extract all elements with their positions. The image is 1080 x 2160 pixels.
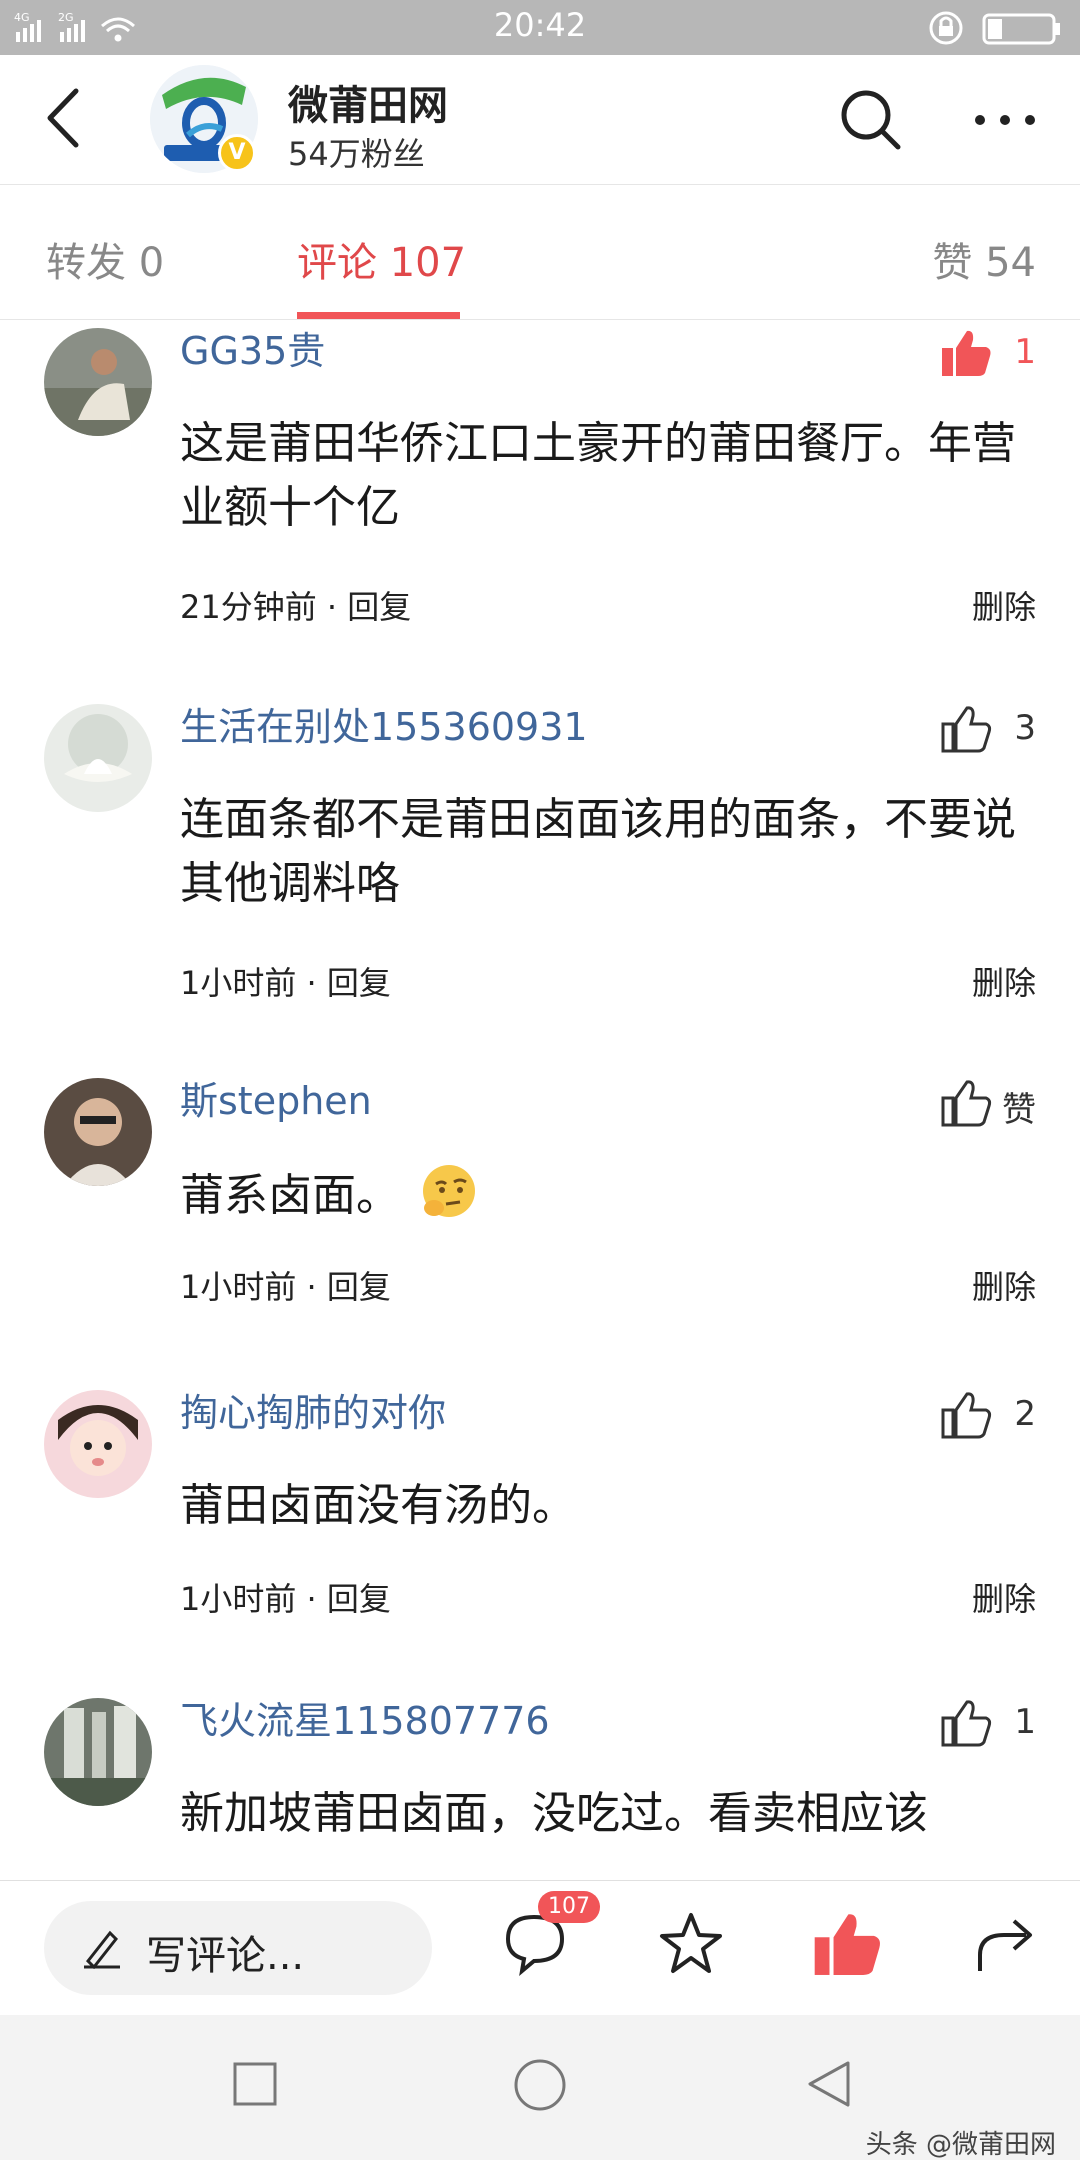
comment-time: 1小时前 (180, 1580, 297, 1618)
user-avatar[interactable] (44, 1698, 152, 1806)
delete-link[interactable]: 删除 (972, 958, 1036, 1004)
star-icon[interactable] (656, 1909, 726, 1979)
share-icon[interactable] (970, 1909, 1040, 1979)
reply-link[interactable]: 回复 (327, 1268, 391, 1306)
more-dots-icon[interactable] (970, 95, 1040, 145)
avatar-photo (44, 1078, 152, 1186)
delete-link[interactable]: 删除 (972, 1262, 1036, 1308)
comment-action-bar: 写评论... 107 (0, 1880, 1080, 2015)
meta-separator: · (326, 588, 348, 626)
write-comment-placeholder: 写评论... (146, 1933, 305, 1979)
top-bar: V 微莆田网 54万粉丝 (0, 55, 1080, 185)
comment-text: 莆系卤面。 (180, 1162, 1020, 1228)
meta-separator: · (306, 1268, 327, 1306)
comment-list[interactable]: GG35贵 1 这是莆田华侨江口土豪开的莆田餐厅。年营业额十个亿 21分钟前 ·… (0, 320, 1080, 1880)
tab-likes[interactable]: 赞 54 (932, 230, 1036, 288)
comment-meta: 1小时前 · 回复 (180, 1574, 391, 1620)
verified-badge: V (218, 134, 256, 172)
like-count: 3 (1014, 708, 1036, 748)
user-avatar[interactable] (44, 1078, 152, 1186)
back-arrow-icon[interactable] (36, 83, 96, 153)
pen-icon (84, 1930, 120, 1969)
user-avatar[interactable] (44, 1390, 152, 1498)
delete-link[interactable]: 删除 (972, 1574, 1036, 1620)
meta-separator: · (306, 1580, 327, 1618)
comment-like-button[interactable]: 2 (906, 1388, 1036, 1444)
thumb-up-icon (941, 706, 992, 753)
user-avatar[interactable] (44, 328, 152, 436)
comment-time: 1小时前 (180, 1268, 297, 1306)
screen: 4G 2G 20:42 V 微莆田网 54万粉丝 转发 0 评论 107 赞 5… (0, 0, 1080, 2160)
comment-text-body: 莆系卤面。 (180, 1170, 400, 1221)
avatar-photo (44, 1698, 152, 1806)
thumb-up-icon (941, 1700, 992, 1747)
like-count: 1 (1014, 332, 1036, 372)
back-nav-icon[interactable] (804, 2059, 854, 2109)
comment-like-button[interactable]: 3 (906, 702, 1036, 758)
comment-meta: 1小时前 · 回复 (180, 958, 391, 1004)
comment-text: 新加坡莆田卤面，没吃过。看卖相应该 (180, 1788, 928, 1839)
reply-link[interactable]: 回复 (347, 588, 411, 626)
avatar-photo (44, 704, 152, 812)
like-count: 2 (1014, 1394, 1036, 1434)
comment-text: 连面条都不是莆田卤面该用的面条，不要说其他调料咯 (180, 794, 1016, 909)
comment-meta: 1小时前 · 回复 (180, 1262, 391, 1308)
tab-bar: 转发 0 评论 107 赞 54 (0, 186, 1080, 320)
reply-link[interactable]: 回复 (327, 1580, 391, 1618)
tab-comments[interactable]: 评论 107 (297, 230, 466, 288)
comment-meta: 21分钟前 · 回复 (180, 582, 411, 628)
comment-like-button[interactable]: 1 (906, 1696, 1036, 1752)
thinking-face-emoji (423, 1165, 475, 1217)
delete-link[interactable]: 删除 (972, 582, 1036, 628)
thumb-up-icon (941, 1080, 992, 1127)
avatar-photo (44, 1390, 152, 1498)
user-avatar[interactable] (44, 704, 152, 812)
like-count: 1 (1014, 1702, 1036, 1742)
comment-time: 1小时前 (180, 964, 297, 1002)
thumb-up-filled-icon (942, 330, 991, 376)
battery-icon (929, 11, 1060, 45)
active-tab-indicator (297, 312, 460, 319)
comment-username[interactable]: 飞火流星115807776 (180, 1690, 550, 1745)
comment-text: 莆田卤面没有汤的。 (180, 1480, 576, 1531)
comment-username[interactable]: 斯stephen (180, 1070, 372, 1125)
reply-link[interactable]: 回复 (327, 964, 391, 1002)
tab-reposts[interactable]: 转发 0 (46, 230, 164, 288)
search-icon[interactable] (838, 87, 904, 153)
watermark: 头条 @微莆田网 (865, 2130, 1056, 2160)
comment-like-button[interactable]: 1 (906, 326, 1036, 382)
thumb-up-icon (941, 1392, 992, 1439)
comment-text: 这是莆田华侨江口土豪开的莆田餐厅。年营业额十个亿 (180, 418, 1016, 533)
recent-apps-icon[interactable] (230, 2059, 280, 2109)
status-time: 20:42 (493, 6, 587, 44)
comment-username[interactable]: 掏心掏肺的对你 (180, 1382, 446, 1437)
comment-like-button[interactable]: 赞 (906, 1076, 1036, 1132)
comment-time: 21分钟前 (180, 588, 317, 626)
like-label: 赞 (1002, 1090, 1036, 1130)
meta-separator: · (306, 964, 327, 1002)
follower-count: 54万粉丝 (288, 135, 425, 173)
status-bar: 4G 2G 20:42 (0, 0, 1080, 55)
write-comment-input[interactable]: 写评论... (44, 1901, 432, 1995)
thumb-up-filled-icon[interactable] (812, 1909, 882, 1979)
comment-count-badge: 107 (538, 1891, 600, 1923)
account-name[interactable]: 微莆田网 (288, 73, 448, 131)
home-icon[interactable] (512, 2059, 568, 2115)
avatar-photo (44, 328, 152, 436)
comment-username[interactable]: GG35贵 (180, 320, 325, 375)
comment-username[interactable]: 生活在别处155360931 (180, 696, 588, 751)
